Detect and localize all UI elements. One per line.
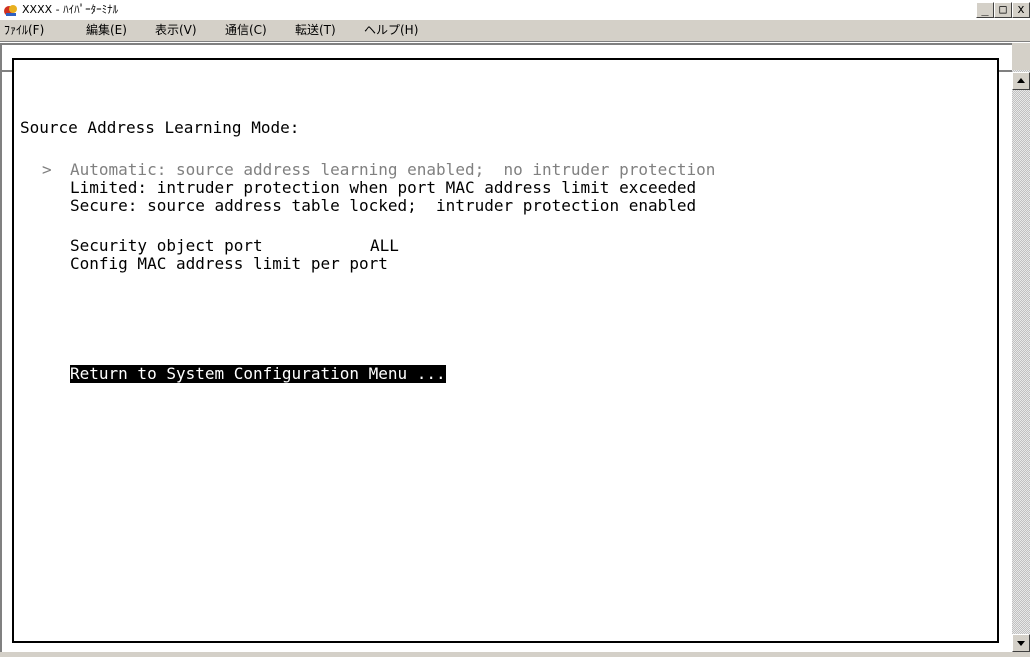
option-marker: >: [42, 160, 52, 179]
terminal-window: XXXX - ﾊｲﾊﾟｰﾀｰﾐﾅﾙ _ □ x ﾌｧｲﾙ(F) 編集(E) 表示…: [0, 0, 1030, 652]
option-limited[interactable]: Limited: intruder protection when port M…: [70, 179, 696, 197]
scroll-up-button[interactable]: [1012, 72, 1030, 90]
security-object-port-value: ALL: [370, 236, 399, 255]
mode-heading: Source Address Learning Mode:: [20, 118, 300, 137]
vertical-scrollbar[interactable]: [1012, 70, 1030, 652]
terminal-screen[interactable]: Source Address Learning Mode: > Automati…: [12, 58, 999, 643]
arrow-up-icon: [1017, 78, 1025, 83]
menu-help[interactable]: ヘルプ(H): [364, 20, 418, 40]
menu-edit[interactable]: 編集(E): [86, 20, 127, 40]
option-secure[interactable]: Secure: source address table locked; int…: [70, 197, 696, 215]
hyperterminal-app-icon: [4, 5, 17, 16]
option-automatic[interactable]: Automatic: source address learning enabl…: [70, 161, 715, 179]
minimize-button[interactable]: _: [976, 2, 994, 18]
close-button[interactable]: x: [1012, 2, 1030, 18]
security-object-port-label[interactable]: Security object port: [70, 237, 263, 255]
menu-communication[interactable]: 通信(C): [225, 20, 267, 40]
menu-view[interactable]: 表示(V): [155, 20, 197, 40]
window-title: XXXX - ﾊｲﾊﾟｰﾀｰﾐﾅﾙ: [22, 3, 119, 16]
mac-address-limit-label[interactable]: Config MAC address limit per port: [70, 255, 388, 273]
scroll-down-button[interactable]: [1012, 634, 1030, 652]
title-bar[interactable]: XXXX - ﾊｲﾊﾟｰﾀｰﾐﾅﾙ _ □ x: [0, 0, 1030, 20]
maximize-button[interactable]: □: [994, 2, 1012, 18]
menu-file[interactable]: ﾌｧｲﾙ(F): [4, 20, 44, 40]
menu-transfer[interactable]: 転送(T): [295, 20, 336, 40]
arrow-down-icon: [1017, 641, 1025, 646]
return-menu-item[interactable]: Return to System Configuration Menu ...: [70, 365, 446, 383]
scroll-top-area: [1012, 43, 1030, 70]
menu-bar: ﾌｧｲﾙ(F) 編集(E) 表示(V) 通信(C) 転送(T) ヘルプ(H): [0, 20, 1030, 40]
